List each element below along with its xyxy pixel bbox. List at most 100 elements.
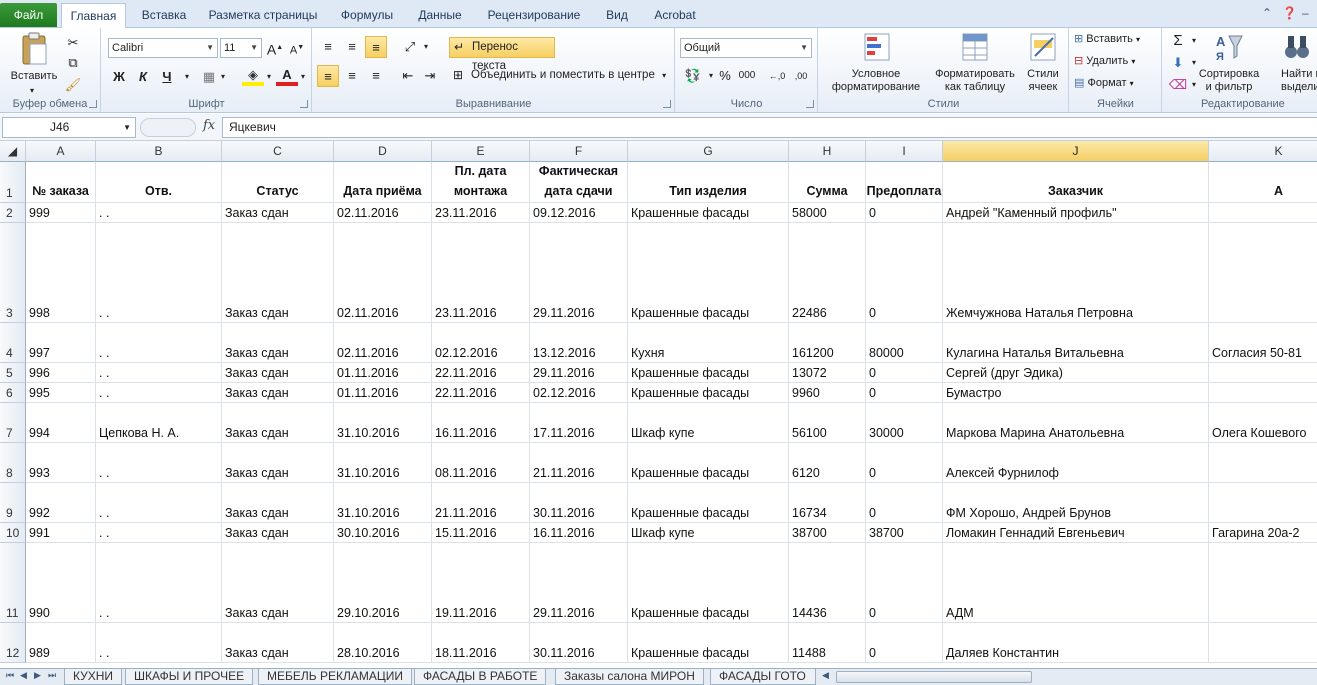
table-cell[interactable]: 997	[26, 323, 96, 363]
table-cell[interactable]: Заказ сдан	[222, 363, 334, 383]
format-cells-button[interactable]: ▤ Формат ▾	[1074, 77, 1134, 90]
sheet-tab[interactable]: ФАСАДЫ В РАБОТЕ	[414, 669, 547, 685]
merge-center-button[interactable]: ⊞ Объединить и поместить в центре ▾	[449, 66, 671, 87]
table-cell[interactable]: Крашенные фасады	[628, 223, 789, 323]
table-cell[interactable]: 14436	[789, 543, 866, 623]
row-header[interactable]: 7	[0, 403, 26, 443]
grow-font-icon[interactable]: A▲	[264, 37, 286, 59]
table-cell[interactable]: 0	[866, 443, 943, 483]
table-cell[interactable]: 13072	[789, 363, 866, 383]
table-cell[interactable]: . .	[96, 483, 222, 523]
table-cell[interactable]: ФМ Хорошо, Андрей Брунов	[943, 483, 1209, 523]
select-all-corner[interactable]: ◢	[0, 141, 26, 162]
row-header[interactable]: 9	[0, 483, 26, 523]
table-cell[interactable]: 15.11.2016	[432, 523, 530, 543]
table-cell[interactable]: 18.11.2016	[432, 623, 530, 663]
table-cell[interactable]: 995	[26, 383, 96, 403]
table-cell[interactable]: 994	[26, 403, 96, 443]
table-cell[interactable]: 9960	[789, 383, 866, 403]
orientation-dropdown-icon[interactable]: ▾	[415, 36, 437, 58]
row-header[interactable]: 12	[0, 623, 26, 663]
column-title-cell[interactable]: Тип изделия	[628, 162, 789, 203]
clipboard-launcher-icon[interactable]	[89, 100, 97, 108]
tab-acrobat[interactable]: Acrobat	[647, 3, 703, 28]
column-title-cell[interactable]: Дата приёма	[334, 162, 432, 203]
table-cell[interactable]: 996	[26, 363, 96, 383]
tab-insert[interactable]: Вставка	[133, 3, 195, 28]
column-header-k[interactable]: K	[1209, 141, 1317, 162]
table-cell[interactable]: 31.10.2016	[334, 403, 432, 443]
table-cell[interactable]: Заказ сдан	[222, 623, 334, 663]
table-cell[interactable]	[1209, 223, 1317, 323]
align-middle-icon[interactable]: ≡	[341, 36, 363, 58]
tab-formulas[interactable]: Формулы	[333, 3, 401, 28]
table-cell[interactable]: АДМ	[943, 543, 1209, 623]
font-color-dropdown-icon[interactable]: ▾	[292, 66, 314, 88]
table-cell[interactable]: Крашенные фасады	[628, 363, 789, 383]
number-launcher-icon[interactable]	[806, 100, 814, 108]
conditional-formatting-button[interactable]: Условное форматирование	[823, 32, 929, 94]
column-header-d[interactable]: D	[334, 141, 432, 162]
minimize-ribbon-icon[interactable]: ⌃	[1262, 6, 1272, 20]
table-cell[interactable]: 29.11.2016	[530, 363, 628, 383]
table-cell[interactable]: 08.11.2016	[432, 443, 530, 483]
column-title-cell[interactable]: Пл. дата монтажа	[432, 162, 530, 203]
table-cell[interactable]: 0	[866, 223, 943, 323]
increase-decimal-icon[interactable]: ←,0	[766, 65, 788, 87]
insert-dropdown-icon[interactable]: ▾	[1136, 35, 1140, 44]
table-cell[interactable]: 38700	[789, 523, 866, 543]
table-cell[interactable]: . .	[96, 203, 222, 223]
table-cell[interactable]: Крашенные фасады	[628, 483, 789, 523]
comma-style-button[interactable]: 000	[736, 65, 758, 87]
table-cell[interactable]: Крашенные фасады	[628, 543, 789, 623]
last-sheet-icon[interactable]: ⏭	[48, 670, 56, 681]
column-header-a[interactable]: A	[26, 141, 96, 162]
table-cell[interactable]: 80000	[866, 323, 943, 363]
table-cell[interactable]: 30.10.2016	[334, 523, 432, 543]
table-cell[interactable]: . .	[96, 323, 222, 363]
insert-cells-button[interactable]: ⊞ Вставить ▾	[1074, 33, 1140, 46]
table-cell[interactable]: Цепкова Н. А.	[96, 403, 222, 443]
table-cell[interactable]: 16.11.2016	[432, 403, 530, 443]
table-cell[interactable]: 16.11.2016	[530, 523, 628, 543]
table-cell[interactable]: 11488	[789, 623, 866, 663]
column-header-j[interactable]: J	[943, 141, 1209, 162]
row-header[interactable]: 6	[0, 383, 26, 403]
table-cell[interactable]: 31.10.2016	[334, 443, 432, 483]
table-cell[interactable]: Заказ сдан	[222, 403, 334, 443]
row-header[interactable]: 4	[0, 323, 26, 363]
table-cell[interactable]: Кухня	[628, 323, 789, 363]
table-cell[interactable]: . .	[96, 383, 222, 403]
table-cell[interactable]: 23.11.2016	[432, 203, 530, 223]
format-painter-icon[interactable]: 🖌	[62, 74, 84, 96]
italic-button[interactable]: К	[132, 66, 154, 88]
table-cell[interactable]: 17.11.2016	[530, 403, 628, 443]
table-cell[interactable]: Бумастро	[943, 383, 1209, 403]
alignment-launcher-icon[interactable]	[663, 100, 671, 108]
column-title-cell[interactable]: Заказчик	[943, 162, 1209, 203]
insert-function-button[interactable]: fx	[203, 118, 215, 133]
table-cell[interactable]: 999	[26, 203, 96, 223]
table-cell[interactable]: Шкаф купе	[628, 523, 789, 543]
table-cell[interactable]: 22486	[789, 223, 866, 323]
table-cell[interactable]: . .	[96, 363, 222, 383]
table-cell[interactable]: Заказ сдан	[222, 203, 334, 223]
table-cell[interactable]: Заказ сдан	[222, 483, 334, 523]
window-minimize-icon[interactable]: –	[1302, 6, 1309, 20]
table-cell[interactable]: Крашенные фасады	[628, 623, 789, 663]
align-center-icon[interactable]: ≡	[341, 65, 363, 87]
align-bottom-icon[interactable]: ≡	[365, 36, 387, 58]
table-cell[interactable]: 993	[26, 443, 96, 483]
table-cell[interactable]: 21.11.2016	[530, 443, 628, 483]
column-title-cell[interactable]: Отв.	[96, 162, 222, 203]
table-cell[interactable]: Шкаф купе	[628, 403, 789, 443]
table-cell[interactable]: Андрей "Каменный профиль"	[943, 203, 1209, 223]
formula-input[interactable]: Яцкевич	[222, 117, 1317, 138]
table-cell[interactable]: 19.11.2016	[432, 543, 530, 623]
paste-dropdown-icon[interactable]: ▾	[30, 84, 34, 97]
table-cell[interactable]	[1209, 443, 1317, 483]
table-cell[interactable]: 29.10.2016	[334, 543, 432, 623]
row-header[interactable]: 8	[0, 443, 26, 483]
table-cell[interactable]: 30.11.2016	[530, 623, 628, 663]
column-header-h[interactable]: H	[789, 141, 866, 162]
